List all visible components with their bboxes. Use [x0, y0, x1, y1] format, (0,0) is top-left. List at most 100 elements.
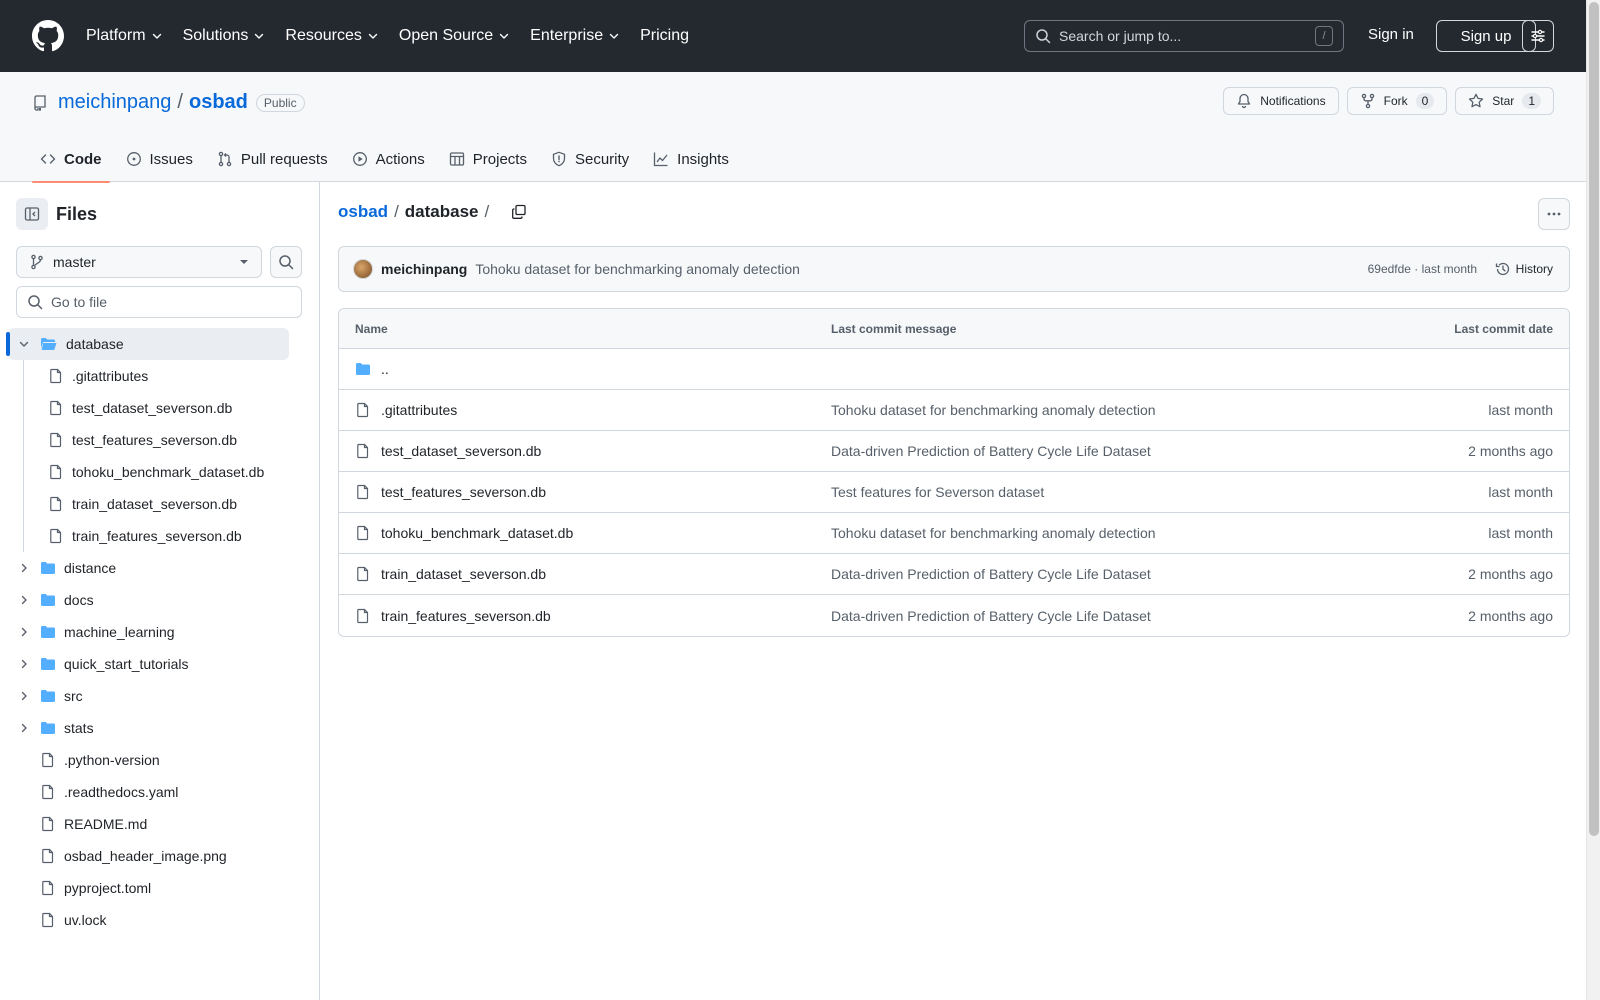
- repo-owner-link[interactable]: meichinpang: [58, 91, 171, 114]
- chevron-right-icon[interactable]: [16, 594, 32, 606]
- sign-in-link[interactable]: Sign in: [1368, 26, 1414, 43]
- code-icon: [40, 151, 64, 167]
- tab-insights[interactable]: Insights: [645, 136, 737, 182]
- star-button[interactable]: Star 1: [1455, 87, 1554, 115]
- repo-name-link[interactable]: osbad: [189, 91, 248, 114]
- commit-message-link[interactable]: Tohoku dataset for benchmarking anomaly …: [831, 402, 1391, 418]
- file-name-link[interactable]: train_features_severson.db: [381, 608, 551, 624]
- tree-folder-stats[interactable]: stats: [8, 712, 312, 744]
- sign-up-button[interactable]: Sign up: [1436, 20, 1536, 52]
- tree-item-label: .python-version: [64, 752, 160, 768]
- tree-item-label: uv.lock: [64, 912, 107, 928]
- tree-file-pyproject-toml[interactable]: pyproject.toml: [8, 872, 312, 904]
- nav-item-open-source[interactable]: Open Source: [399, 27, 510, 45]
- table-row[interactable]: train_dataset_severson.db Data-driven Pre…: [339, 554, 1569, 595]
- table-row[interactable]: test_dataset_severson.db Data-driven Pred…: [339, 431, 1569, 472]
- tree-folder-database[interactable]: database: [6, 328, 289, 360]
- github-logo-icon[interactable]: [32, 20, 64, 52]
- chevron-down-icon[interactable]: [16, 338, 32, 350]
- breadcrumb-root-link[interactable]: osbad: [338, 202, 388, 222]
- tab-pull-requests[interactable]: Pull requests: [209, 136, 336, 182]
- tree-file-python-version[interactable]: .python-version: [8, 744, 312, 776]
- tree-file-readme-md[interactable]: README.md: [8, 808, 312, 840]
- tree-file-test-features-severson-db[interactable]: test_features_severson.db: [8, 424, 312, 456]
- notifications-button[interactable]: Notifications: [1223, 87, 1339, 115]
- nav-item-label: Solutions: [182, 27, 249, 44]
- tree-file-readthedocs-yaml[interactable]: .readthedocs.yaml: [8, 776, 312, 808]
- tab-label: Actions: [375, 150, 425, 168]
- tree-file-train-dataset-severson-db[interactable]: train_dataset_severson.db: [8, 488, 312, 520]
- tab-code[interactable]: Code: [32, 136, 110, 183]
- file-icon: [40, 880, 56, 896]
- tree-file-tohoku-benchmark-dataset-db[interactable]: tohoku_benchmark_dataset.db: [8, 456, 312, 488]
- chevron-right-icon[interactable]: [16, 722, 32, 734]
- go-to-file-placeholder: Go to file: [51, 294, 108, 310]
- copy-path-button[interactable]: [511, 204, 527, 220]
- nav-item-solutions[interactable]: Solutions: [183, 27, 266, 45]
- notifications-label: Notifications: [1260, 94, 1326, 108]
- go-to-file-input[interactable]: Go to file: [16, 286, 302, 318]
- tab-projects[interactable]: Projects: [441, 136, 535, 182]
- file-name-link[interactable]: test_features_severson.db: [381, 484, 546, 500]
- commit-message-link[interactable]: Test features for Severson dataset: [831, 484, 1391, 500]
- commit-hash-and-time[interactable]: 69edfde · last month: [1368, 262, 1477, 276]
- nav-item-enterprise[interactable]: Enterprise: [530, 27, 620, 45]
- file-name-link[interactable]: test_dataset_severson.db: [381, 443, 541, 459]
- tree-file-gitattributes[interactable]: .gitattributes: [8, 360, 312, 392]
- file-name-link[interactable]: tohoku_benchmark_dataset.db: [381, 525, 573, 541]
- scrollbar-thumb[interactable]: [1589, 2, 1599, 836]
- collapse-sidebar-button[interactable]: [16, 198, 48, 230]
- commit-message-link[interactable]: Data-driven Prediction of Battery Cycle …: [831, 443, 1391, 459]
- nav-item-pricing[interactable]: Pricing: [640, 27, 689, 45]
- file-icon: [48, 368, 64, 384]
- settings-menu-button[interactable]: [1522, 20, 1554, 52]
- file-name-link[interactable]: train_dataset_severson.db: [381, 566, 546, 582]
- chevron-down-icon: [367, 30, 379, 42]
- tree-folder-docs[interactable]: docs: [8, 584, 312, 616]
- tab-security[interactable]: Security: [543, 136, 637, 182]
- parent-directory-row[interactable]: ..: [339, 349, 1569, 390]
- column-header-date: Last commit date: [1454, 321, 1553, 336]
- table-row[interactable]: .gitattributes Tohoku dataset for benchma…: [339, 390, 1569, 431]
- branch-selector[interactable]: master: [16, 246, 262, 278]
- page-scrollbar[interactable]: [1586, 0, 1600, 1000]
- search-icon: [28, 295, 43, 310]
- tree-folder-machine-learning[interactable]: machine_learning: [8, 616, 312, 648]
- tree-file-test-dataset-severson-db[interactable]: test_dataset_severson.db: [8, 392, 312, 424]
- tab-label: Security: [574, 150, 630, 168]
- tree-file-train-features-severson-db[interactable]: train_features_severson.db: [8, 520, 312, 552]
- tab-actions[interactable]: Actions: [344, 136, 433, 182]
- folder-icon: [40, 560, 56, 576]
- commit-message-link[interactable]: Tohoku dataset for benchmarking anomaly …: [475, 261, 800, 277]
- chevron-right-icon[interactable]: [16, 690, 32, 702]
- file-icon: [355, 566, 371, 582]
- commit-author-link[interactable]: meichinpang: [381, 261, 467, 277]
- tree-file-osbad-header-image-png[interactable]: osbad_header_image.png: [8, 840, 312, 872]
- tree-file-uv-lock[interactable]: uv.lock: [8, 904, 312, 936]
- nav-item-platform[interactable]: Platform: [86, 27, 163, 45]
- nav-item-label: Open Source: [398, 27, 494, 44]
- table-row[interactable]: train_features_severson.db Data-driven Pr…: [339, 595, 1569, 636]
- parent-directory-link[interactable]: ..: [381, 361, 389, 377]
- history-button[interactable]: History: [1495, 261, 1553, 277]
- tree-folder-quick-start-tutorials[interactable]: quick_start_tutorials: [8, 648, 312, 680]
- chevron-right-icon[interactable]: [16, 658, 32, 670]
- tab-issues[interactable]: Issues: [118, 136, 201, 182]
- chevron-right-icon[interactable]: [16, 626, 32, 638]
- commit-message-link[interactable]: Tohoku dataset for benchmarking anomaly …: [831, 525, 1391, 541]
- more-options-button[interactable]: [1538, 198, 1570, 230]
- search-files-button[interactable]: [270, 246, 302, 278]
- avatar[interactable]: [353, 259, 373, 279]
- nav-item-resources[interactable]: Resources: [285, 27, 378, 45]
- tree-item-label: tohoku_benchmark_dataset.db: [72, 464, 265, 480]
- tree-folder-src[interactable]: src: [8, 680, 312, 712]
- table-row[interactable]: test_features_severson.db Test features f…: [339, 472, 1569, 513]
- file-name-link[interactable]: .gitattributes: [381, 402, 457, 418]
- fork-button[interactable]: Fork 0: [1346, 87, 1448, 115]
- table-row[interactable]: tohoku_benchmark_dataset.db Tohoku datase…: [339, 513, 1569, 554]
- commit-message-link[interactable]: Data-driven Prediction of Battery Cycle …: [831, 566, 1391, 582]
- chevron-right-icon[interactable]: [16, 562, 32, 574]
- commit-message-link[interactable]: Data-driven Prediction of Battery Cycle …: [831, 608, 1391, 624]
- global-search-input[interactable]: Search or jump to... /: [1024, 20, 1344, 52]
- tree-folder-distance[interactable]: distance: [8, 552, 312, 584]
